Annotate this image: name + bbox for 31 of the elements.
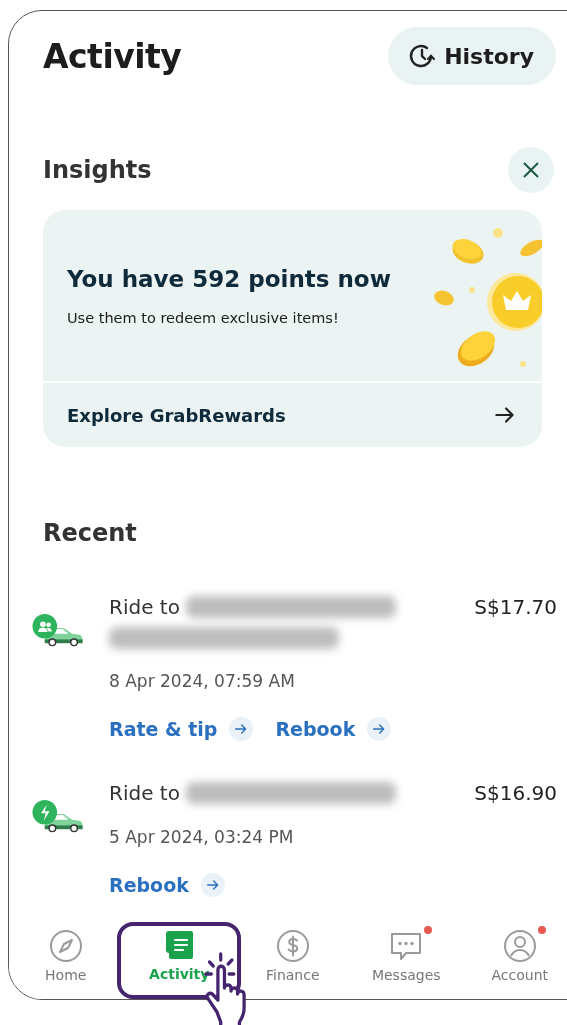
section-title: Insights (43, 156, 152, 184)
ride-date: 8 Apr 2024, 07:59 AM (109, 671, 296, 691)
close-button[interactable] (508, 147, 554, 193)
close-icon (521, 160, 541, 180)
nav-tab[interactable]: Messages (371, 923, 441, 983)
nav-tab[interactable]: Home (45, 923, 87, 983)
clock-icon (408, 42, 437, 70)
section-title: Recent (43, 519, 138, 547)
nav-tab[interactable]: Account (491, 923, 548, 983)
arrow-right-icon (200, 873, 225, 897)
car-icon (31, 799, 85, 833)
ride-title: Ride to (109, 781, 180, 805)
ride-price: S$16.90 (474, 781, 557, 807)
profile-icon (502, 929, 537, 963)
action-link[interactable]: Rebook (109, 873, 225, 897)
ride-title: Ride to (109, 595, 180, 619)
arrow-right-icon (229, 717, 254, 741)
action-link[interactable]: Rate & tip (109, 717, 254, 741)
dollar-icon (275, 929, 310, 963)
compass-icon (48, 929, 83, 963)
page-title: Activity (43, 36, 182, 76)
arrow-right-icon (367, 717, 392, 741)
ride-date: 5 Apr 2024, 03:24 PM (109, 827, 295, 847)
card-subtitle: Use them to redeem exclusive items! (67, 310, 340, 326)
card-headline: You have 592 points now (67, 266, 392, 292)
ride-price: S$17.70 (474, 595, 557, 621)
car-icon (31, 613, 85, 647)
history-button[interactable]: History (388, 27, 556, 85)
nav-tab[interactable]: Finance (265, 923, 320, 983)
explore-rewards-link[interactable]: Explore GrabRewards (43, 383, 542, 447)
action-link[interactable]: Rebook (275, 717, 392, 741)
